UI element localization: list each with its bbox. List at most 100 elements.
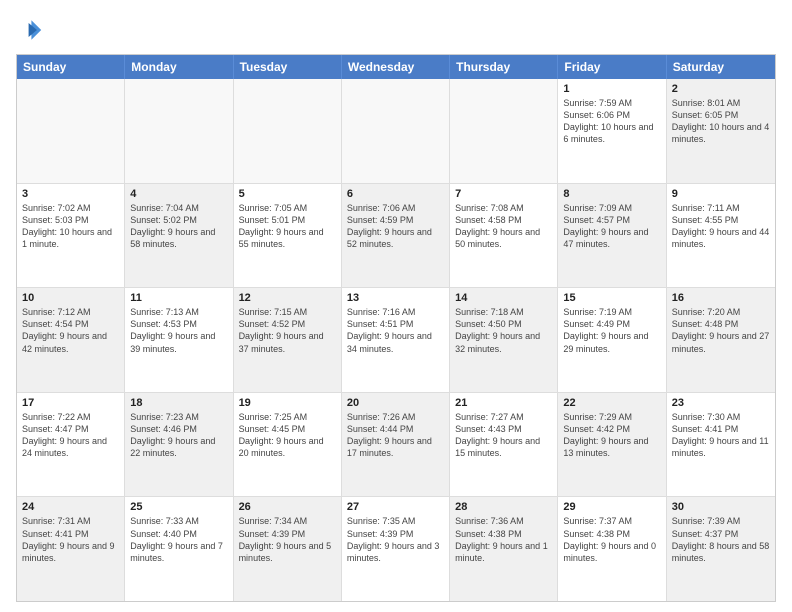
day-info: Sunrise: 7:23 AM Sunset: 4:46 PM Dayligh… [130,411,227,460]
day-cell-2: 2 Sunrise: 8:01 AM Sunset: 6:05 PM Daylig… [667,79,775,183]
day-info: Sunrise: 7:18 AM Sunset: 4:50 PM Dayligh… [455,306,552,355]
day-info: Sunrise: 7:30 AM Sunset: 4:41 PM Dayligh… [672,411,770,460]
day-cell-26: 26 Sunrise: 7:34 AM Sunset: 4:39 PM Dayli… [234,497,342,601]
day-cell-18: 18 Sunrise: 7:23 AM Sunset: 4:46 PM Dayli… [125,393,233,497]
day-cell-7: 7 Sunrise: 7:08 AM Sunset: 4:58 PM Daylig… [450,184,558,288]
day-number: 21 [455,397,552,409]
day-info: Sunrise: 7:02 AM Sunset: 5:03 PM Dayligh… [22,202,119,251]
empty-cell-0-3 [342,79,450,183]
day-info: Sunrise: 7:35 AM Sunset: 4:39 PM Dayligh… [347,515,444,564]
day-cell-24: 24 Sunrise: 7:31 AM Sunset: 4:41 PM Dayli… [17,497,125,601]
empty-cell-0-1 [125,79,233,183]
header-day-friday: Friday [558,55,666,79]
day-number: 15 [563,292,660,304]
day-number: 17 [22,397,119,409]
day-cell-11: 11 Sunrise: 7:13 AM Sunset: 4:53 PM Dayli… [125,288,233,392]
empty-cell-0-0 [17,79,125,183]
day-info: Sunrise: 7:08 AM Sunset: 4:58 PM Dayligh… [455,202,552,251]
day-cell-30: 30Sunrise: 7:39 AM Sunset: 4:37 PM Dayli… [667,497,775,601]
day-number: 28 [455,501,552,513]
calendar-header: SundayMondayTuesdayWednesdayThursdayFrid… [17,55,775,79]
day-number: 23 [672,397,770,409]
day-info: Sunrise: 7:27 AM Sunset: 4:43 PM Dayligh… [455,411,552,460]
day-number: 11 [130,292,227,304]
day-number: 3 [22,188,119,200]
day-info: Sunrise: 7:04 AM Sunset: 5:02 PM Dayligh… [130,202,227,251]
day-number: 29 [563,501,660,513]
day-number: 26 [239,501,336,513]
day-info: Sunrise: 7:31 AM Sunset: 4:41 PM Dayligh… [22,515,119,564]
day-info: Sunrise: 7:36 AM Sunset: 4:38 PM Dayligh… [455,515,552,564]
day-number: 1 [563,83,660,95]
day-number: 2 [672,83,770,95]
day-cell-23: 23 Sunrise: 7:30 AM Sunset: 4:41 PM Dayli… [667,393,775,497]
day-cell-3: 3 Sunrise: 7:02 AM Sunset: 5:03 PM Daylig… [17,184,125,288]
day-info: Sunrise: 7:09 AM Sunset: 4:57 PM Dayligh… [563,202,660,251]
day-cell-14: 14 Sunrise: 7:18 AM Sunset: 4:50 PM Dayli… [450,288,558,392]
day-cell-17: 17Sunrise: 7:22 AM Sunset: 4:47 PM Dayli… [17,393,125,497]
day-cell-5: 5 Sunrise: 7:05 AM Sunset: 5:01 PM Daylig… [234,184,342,288]
day-info: Sunrise: 7:29 AM Sunset: 4:42 PM Dayligh… [563,411,660,460]
day-number: 22 [563,397,660,409]
logo [16,16,48,44]
day-info: Sunrise: 7:34 AM Sunset: 4:39 PM Dayligh… [239,515,336,564]
calendar-row-3: 17Sunrise: 7:22 AM Sunset: 4:47 PM Dayli… [17,393,775,498]
day-cell-12: 12 Sunrise: 7:15 AM Sunset: 4:52 PM Dayli… [234,288,342,392]
header-day-saturday: Saturday [667,55,775,79]
day-info: Sunrise: 7:06 AM Sunset: 4:59 PM Dayligh… [347,202,444,251]
day-cell-22: 22 Sunrise: 7:29 AM Sunset: 4:42 PM Dayli… [558,393,666,497]
day-cell-8: 8 Sunrise: 7:09 AM Sunset: 4:57 PM Daylig… [558,184,666,288]
day-number: 10 [22,292,119,304]
day-info: Sunrise: 7:26 AM Sunset: 4:44 PM Dayligh… [347,411,444,460]
day-number: 9 [672,188,770,200]
day-number: 12 [239,292,336,304]
day-info: Sunrise: 7:33 AM Sunset: 4:40 PM Dayligh… [130,515,227,564]
header [16,16,776,44]
day-info: Sunrise: 7:20 AM Sunset: 4:48 PM Dayligh… [672,306,770,355]
day-number: 27 [347,501,444,513]
calendar-row-1: 3 Sunrise: 7:02 AM Sunset: 5:03 PM Daylig… [17,184,775,289]
header-day-monday: Monday [125,55,233,79]
day-number: 18 [130,397,227,409]
day-cell-28: 28 Sunrise: 7:36 AM Sunset: 4:38 PM Dayli… [450,497,558,601]
day-info: Sunrise: 8:01 AM Sunset: 6:05 PM Dayligh… [672,97,770,146]
day-number: 16 [672,292,770,304]
calendar-body: 1 Sunrise: 7:59 AM Sunset: 6:06 PM Daylig… [17,79,775,601]
header-day-tuesday: Tuesday [234,55,342,79]
calendar-row-0: 1 Sunrise: 7:59 AM Sunset: 6:06 PM Daylig… [17,79,775,184]
page: SundayMondayTuesdayWednesdayThursdayFrid… [0,0,792,612]
day-cell-13: 13 Sunrise: 7:16 AM Sunset: 4:51 PM Dayli… [342,288,450,392]
day-info: Sunrise: 7:39 AM Sunset: 4:37 PM Dayligh… [672,515,770,564]
day-cell-27: 27 Sunrise: 7:35 AM Sunset: 4:39 PM Dayli… [342,497,450,601]
day-cell-1: 1 Sunrise: 7:59 AM Sunset: 6:06 PM Daylig… [558,79,666,183]
day-cell-15: 15 Sunrise: 7:19 AM Sunset: 4:49 PM Dayli… [558,288,666,392]
day-number: 20 [347,397,444,409]
day-number: 5 [239,188,336,200]
day-info: Sunrise: 7:16 AM Sunset: 4:51 PM Dayligh… [347,306,444,355]
empty-cell-0-4 [450,79,558,183]
calendar: SundayMondayTuesdayWednesdayThursdayFrid… [16,54,776,602]
day-number: 25 [130,501,227,513]
day-cell-20: 20 Sunrise: 7:26 AM Sunset: 4:44 PM Dayli… [342,393,450,497]
day-cell-9: 9Sunrise: 7:11 AM Sunset: 4:55 PM Daylig… [667,184,775,288]
logo-icon [16,16,44,44]
day-info: Sunrise: 7:05 AM Sunset: 5:01 PM Dayligh… [239,202,336,251]
day-number: 14 [455,292,552,304]
day-info: Sunrise: 7:15 AM Sunset: 4:52 PM Dayligh… [239,306,336,355]
day-number: 7 [455,188,552,200]
day-number: 8 [563,188,660,200]
empty-cell-0-2 [234,79,342,183]
day-number: 13 [347,292,444,304]
day-info: Sunrise: 7:59 AM Sunset: 6:06 PM Dayligh… [563,97,660,146]
header-day-sunday: Sunday [17,55,125,79]
header-day-wednesday: Wednesday [342,55,450,79]
day-info: Sunrise: 7:12 AM Sunset: 4:54 PM Dayligh… [22,306,119,355]
day-cell-19: 19Sunrise: 7:25 AM Sunset: 4:45 PM Dayli… [234,393,342,497]
day-number: 24 [22,501,119,513]
day-cell-6: 6Sunrise: 7:06 AM Sunset: 4:59 PM Daylig… [342,184,450,288]
day-info: Sunrise: 7:19 AM Sunset: 4:49 PM Dayligh… [563,306,660,355]
day-number: 19 [239,397,336,409]
day-info: Sunrise: 7:13 AM Sunset: 4:53 PM Dayligh… [130,306,227,355]
day-cell-16: 16 Sunrise: 7:20 AM Sunset: 4:48 PM Dayli… [667,288,775,392]
day-cell-21: 21 Sunrise: 7:27 AM Sunset: 4:43 PM Dayli… [450,393,558,497]
